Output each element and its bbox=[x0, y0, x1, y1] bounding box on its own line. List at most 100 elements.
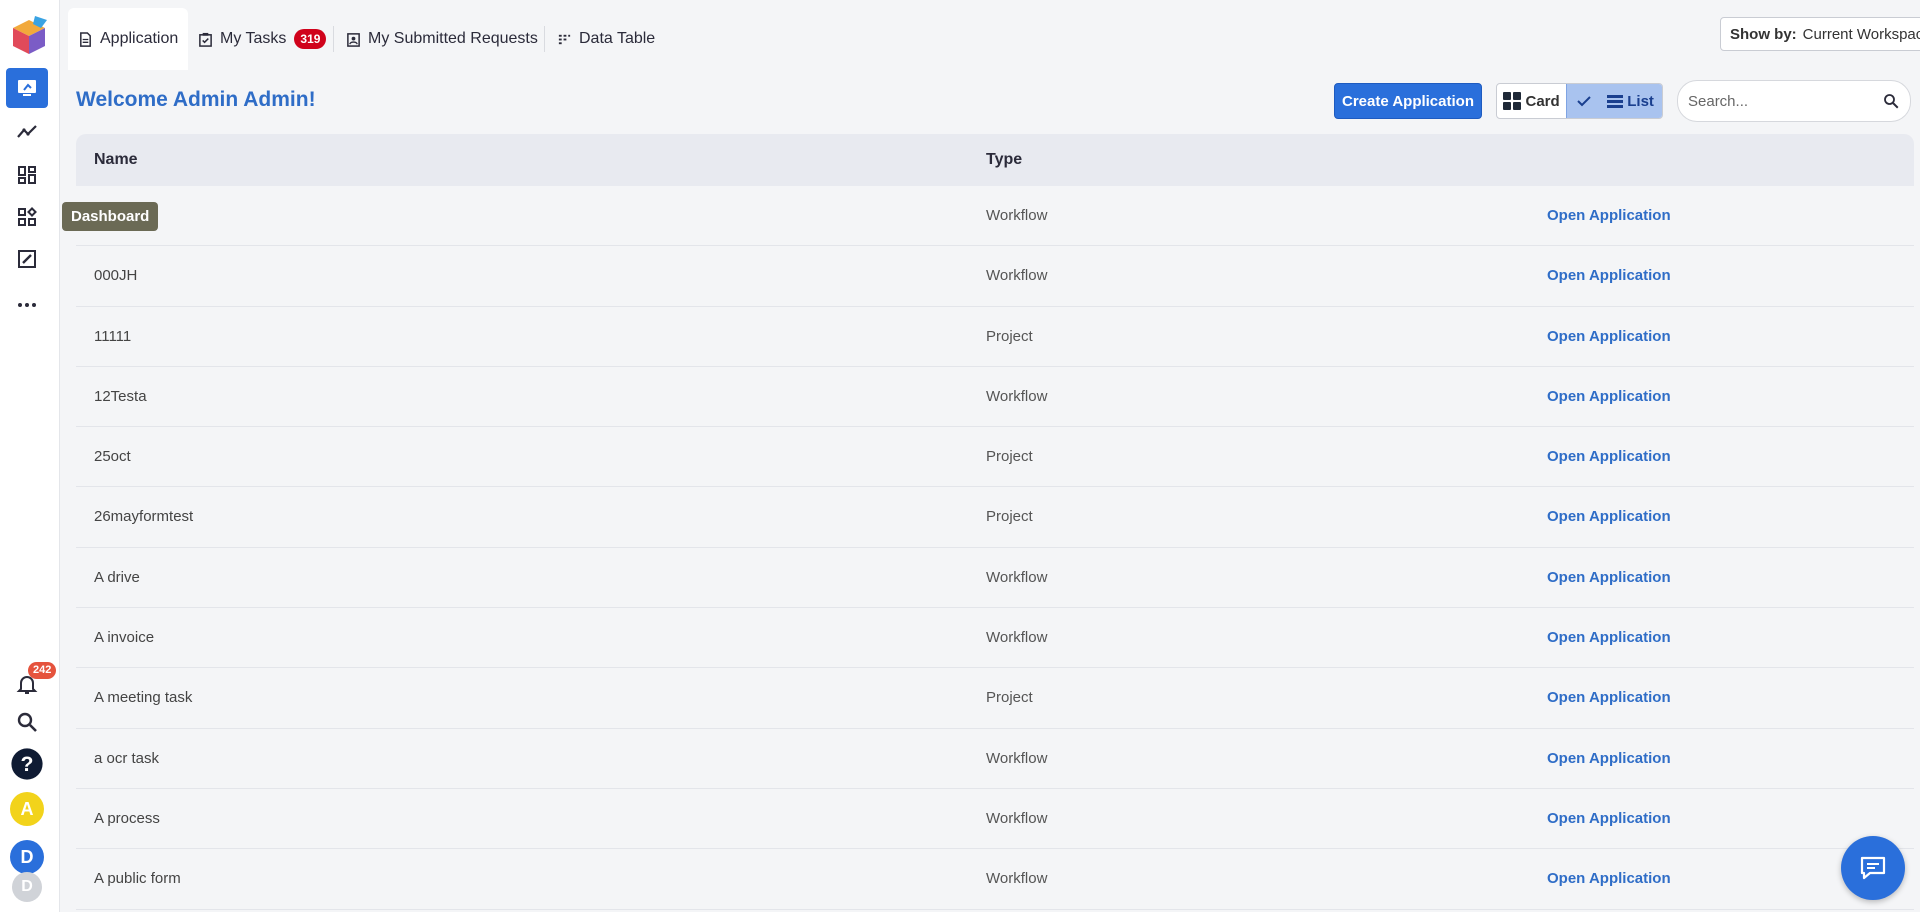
row-name: A public form bbox=[94, 870, 181, 888]
row-type: Project bbox=[986, 327, 1033, 345]
page-title: Welcome Admin Admin! bbox=[76, 88, 316, 111]
create-application-button[interactable]: Create Application bbox=[1334, 83, 1482, 119]
row-name: a ocr task bbox=[94, 749, 160, 767]
tab-divider bbox=[333, 26, 334, 52]
forms-nav-button[interactable] bbox=[6, 239, 48, 279]
card-view-button[interactable]: Card bbox=[1497, 84, 1566, 118]
row-name: A process bbox=[94, 809, 160, 827]
open-application-link[interactable]: Open Application bbox=[1547, 810, 1671, 827]
column-header-type: Type bbox=[986, 151, 1023, 168]
check-icon bbox=[1577, 96, 1591, 107]
search-icon[interactable] bbox=[1882, 92, 1900, 110]
column-header-name: Name bbox=[94, 151, 138, 168]
open-application-link[interactable]: Open Application bbox=[1547, 267, 1671, 284]
tab-my-submitted-requests[interactable]: My Submitted Requests bbox=[336, 8, 548, 70]
table-row: A process Workflow Open Application bbox=[76, 789, 1914, 850]
row-type: Project bbox=[986, 508, 1033, 526]
tab-label: My Tasks bbox=[220, 30, 287, 47]
row-name: A invoice bbox=[94, 629, 155, 647]
show-by-value: Current Workspace bbox=[1802, 25, 1920, 43]
data-table-icon bbox=[558, 34, 571, 44]
table-row: A invoice Workflow Open Application bbox=[76, 608, 1914, 669]
open-application-link[interactable]: Open Application bbox=[1547, 750, 1671, 767]
row-name: 12Testa bbox=[94, 387, 147, 405]
table-header: Name Type bbox=[76, 134, 1914, 186]
view-toggle: Card List bbox=[1496, 83, 1663, 119]
app-logo-icon[interactable] bbox=[11, 16, 47, 56]
applications-table: Name Type Workflow Open Application 000JH W… bbox=[76, 134, 1914, 910]
svg-text:?: ? bbox=[21, 752, 34, 776]
dashboard-nav-button[interactable] bbox=[6, 197, 48, 237]
open-application-link[interactable]: Open Application bbox=[1547, 328, 1671, 345]
help-icon: ? bbox=[11, 748, 43, 780]
applications-nav-button[interactable] bbox=[6, 68, 48, 108]
row-type: Project bbox=[986, 448, 1033, 466]
open-application-link[interactable]: Open Application bbox=[1547, 870, 1671, 887]
open-application-link[interactable]: Open Application bbox=[1547, 569, 1671, 586]
requests-icon bbox=[347, 32, 360, 47]
table-row: 25oct Project Open Application bbox=[76, 427, 1914, 488]
open-application-link[interactable]: Open Application bbox=[1547, 508, 1671, 525]
table-row: 000JH Workflow Open Application bbox=[76, 246, 1914, 307]
row-type: Workflow bbox=[986, 629, 1048, 647]
more-dots-icon bbox=[18, 303, 36, 307]
search-icon bbox=[17, 712, 37, 732]
tasks-count-badge: 319 bbox=[294, 29, 327, 49]
sidebar: 242 ? A D D bbox=[0, 0, 60, 912]
avatar[interactable]: D bbox=[12, 872, 42, 902]
row-type: Workflow bbox=[986, 870, 1048, 888]
table-row: Workflow Open Application bbox=[76, 186, 1914, 247]
row-type: Workflow bbox=[986, 749, 1048, 767]
list-icon bbox=[1607, 94, 1624, 108]
table-row: 26mayformtest Project Open Application bbox=[76, 487, 1914, 548]
table-row: 11111 Project Open Application bbox=[76, 307, 1914, 367]
search-box bbox=[1677, 80, 1911, 122]
row-name: A meeting task bbox=[94, 689, 193, 707]
list-view-label: List bbox=[1627, 92, 1654, 110]
more-nav-button[interactable] bbox=[6, 285, 48, 325]
row-type: Workflow bbox=[986, 387, 1048, 405]
chat-icon bbox=[1860, 856, 1886, 880]
table-row: 12Testa Workflow Open Application bbox=[76, 367, 1914, 428]
tasks-icon bbox=[199, 32, 212, 47]
show-by-label: Show by: bbox=[1730, 25, 1797, 43]
search-input[interactable] bbox=[1688, 92, 1868, 110]
open-application-link[interactable]: Open Application bbox=[1547, 689, 1671, 706]
avatar[interactable]: D bbox=[10, 840, 44, 874]
tab-label: Data Table bbox=[579, 30, 656, 47]
global-search-button[interactable] bbox=[6, 702, 48, 742]
analytics-nav-button[interactable] bbox=[6, 112, 48, 152]
tab-label: My Submitted Requests bbox=[368, 30, 538, 47]
row-name: 26mayformtest bbox=[94, 508, 194, 526]
tab-application[interactable]: Application bbox=[68, 8, 189, 70]
layout-nav-button[interactable] bbox=[6, 155, 48, 195]
table-row: A public form Workflow Open Application bbox=[76, 849, 1914, 910]
edit-form-icon bbox=[18, 250, 36, 268]
row-type: Workflow bbox=[986, 568, 1048, 586]
document-icon bbox=[80, 31, 91, 47]
top-tab-bar: Application My Tasks 319 My Submitted Re… bbox=[60, 0, 1920, 70]
row-type: Workflow bbox=[986, 809, 1048, 827]
grid-icon bbox=[1503, 92, 1522, 110]
table-row: A meeting task Project Open Application bbox=[76, 668, 1914, 729]
monitor-icon bbox=[18, 80, 36, 96]
open-application-link[interactable]: Open Application bbox=[1547, 629, 1671, 646]
row-type: Workflow bbox=[986, 207, 1048, 224]
open-application-link[interactable]: Open Application bbox=[1547, 207, 1671, 224]
tab-my-tasks[interactable]: My Tasks 319 bbox=[188, 8, 336, 70]
table-row: A drive Workflow Open Application bbox=[76, 548, 1914, 609]
open-application-link[interactable]: Open Application bbox=[1547, 448, 1671, 465]
tab-data-table[interactable]: Data Table bbox=[547, 8, 665, 70]
dashboard-widgets-icon bbox=[18, 207, 37, 226]
avatar[interactable]: A bbox=[10, 792, 44, 826]
layout-grid-icon bbox=[18, 166, 36, 184]
chat-button[interactable] bbox=[1841, 836, 1905, 900]
open-application-link[interactable]: Open Application bbox=[1547, 388, 1671, 405]
row-name: A drive bbox=[94, 568, 140, 586]
card-view-label: Card bbox=[1525, 92, 1560, 110]
list-view-button[interactable]: List bbox=[1566, 84, 1662, 118]
help-button[interactable]: ? bbox=[6, 744, 48, 784]
row-type: Workflow bbox=[986, 267, 1048, 285]
show-by-dropdown[interactable]: Show by: Current Workspace bbox=[1720, 17, 1920, 51]
row-name: 25oct bbox=[94, 448, 131, 466]
